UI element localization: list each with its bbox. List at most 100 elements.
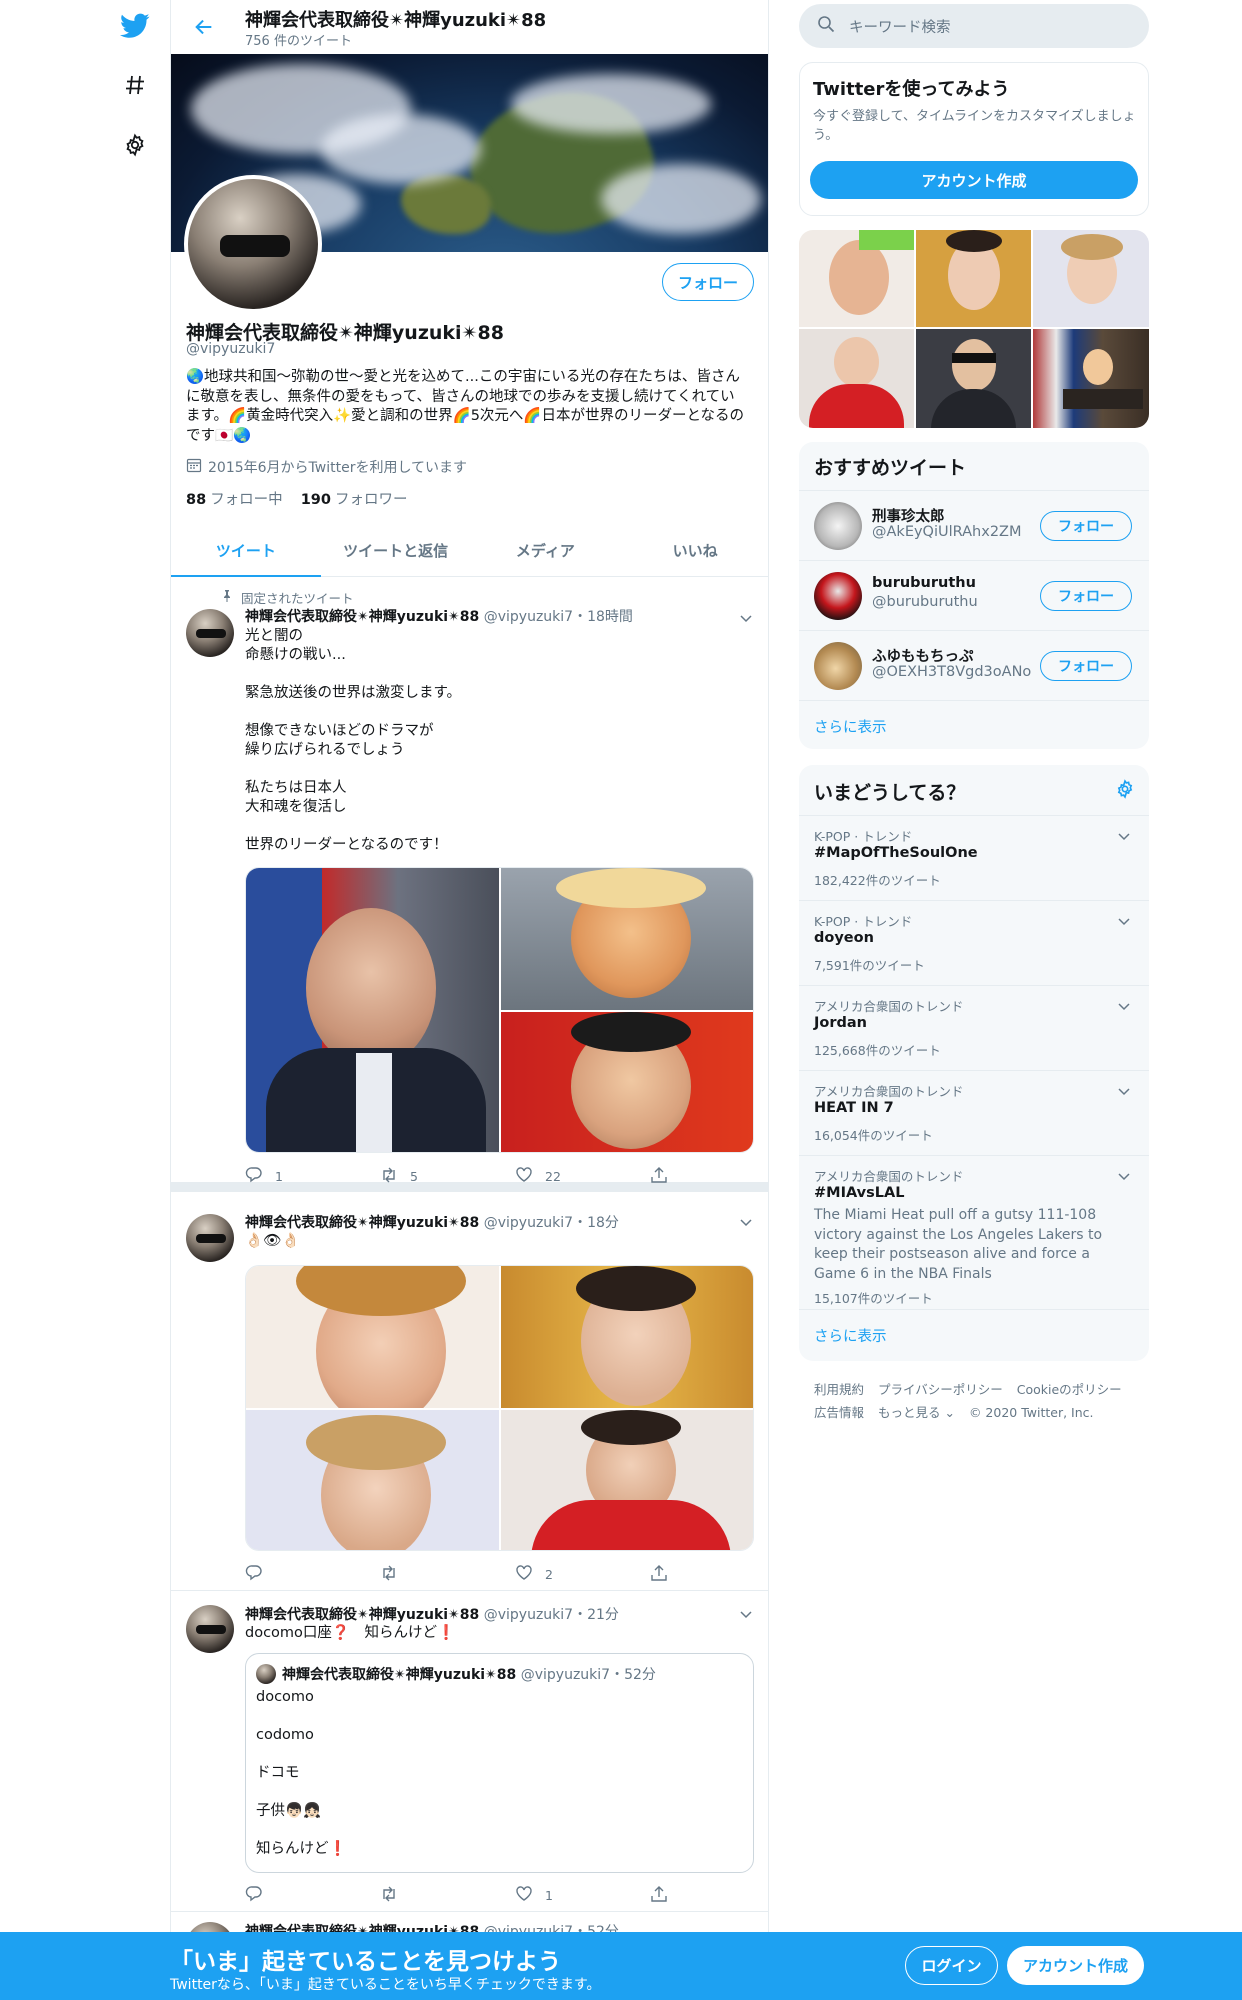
tab-media[interactable]: メディア bbox=[471, 524, 621, 576]
tweet-photo[interactable] bbox=[246, 1410, 499, 1550]
following-stat[interactable]: 88 フォロー中 bbox=[186, 488, 283, 509]
trend-count: 16,054件のツイート bbox=[814, 1128, 933, 1143]
signup-card: Twitterを使ってみよう 今すぐ登録して、タイムラインをカスタマイズしましょ… bbox=[799, 62, 1149, 216]
tweet-photo[interactable] bbox=[501, 1266, 753, 1408]
media-thumb[interactable] bbox=[1033, 230, 1149, 327]
chevron-down-icon[interactable] bbox=[1117, 1083, 1131, 1097]
header-profile-name: 神輝会代表取締役✴神輝yuzuki✴88 bbox=[245, 10, 547, 31]
login-button[interactable]: ログイン bbox=[905, 1946, 998, 1985]
chevron-down-icon[interactable] bbox=[1117, 828, 1131, 842]
recommended-user[interactable]: ふゆももちっぷ @OEXH3T8Vgd3oANo フォロー bbox=[799, 630, 1149, 700]
tweet-photo[interactable] bbox=[501, 1012, 753, 1152]
gear-icon[interactable] bbox=[1115, 779, 1135, 803]
user-name[interactable]: ふゆももちっぷ bbox=[872, 645, 974, 666]
tweet-media-grid[interactable] bbox=[245, 867, 754, 1153]
media-photo-grid bbox=[799, 230, 1149, 428]
retweet-button[interactable] bbox=[380, 1885, 398, 1906]
media-thumb[interactable] bbox=[916, 230, 1031, 327]
chevron-down-icon[interactable] bbox=[1117, 913, 1131, 927]
media-thumb[interactable] bbox=[1033, 329, 1149, 428]
avatar[interactable] bbox=[186, 1605, 234, 1653]
follow-button[interactable]: フォロー bbox=[1040, 581, 1132, 611]
reply-button[interactable]: 1 bbox=[245, 1166, 283, 1187]
tweet[interactable]: 神輝会代表取締役✴神輝yuzuki✴88 @vipyuzuki7・18分 👌🏻👁… bbox=[171, 1192, 768, 1591]
media-thumb[interactable] bbox=[916, 329, 1031, 428]
chevron-down-icon[interactable] bbox=[1117, 998, 1131, 1012]
follow-button[interactable]: フォロー bbox=[1040, 511, 1132, 541]
footer-link[interactable]: もっと見る ⌄ bbox=[878, 1405, 955, 1420]
tweet-author-name[interactable]: 神輝会代表取締役✴神輝yuzuki✴88 bbox=[245, 609, 479, 625]
user-handle: @OEXH3T8Vgd3oANo bbox=[872, 664, 1032, 680]
trend-item[interactable]: アメリカ合衆国のトレンド Jordan 125,668件のツイート bbox=[799, 985, 1149, 1070]
like-button[interactable]: 22 bbox=[515, 1166, 561, 1187]
media-thumb[interactable] bbox=[799, 329, 914, 428]
avatar[interactable] bbox=[814, 572, 862, 620]
reply-button[interactable] bbox=[245, 1885, 263, 1906]
media-thumb[interactable] bbox=[799, 230, 914, 327]
search-box[interactable]: キーワード検索 bbox=[799, 4, 1149, 48]
avatar[interactable] bbox=[814, 502, 862, 550]
create-account-button[interactable]: アカウント作成 bbox=[810, 161, 1138, 199]
follow-button[interactable]: フォロー bbox=[1040, 651, 1132, 681]
tab-tweets[interactable]: ツイート bbox=[171, 524, 321, 577]
signup-button[interactable]: アカウント作成 bbox=[1007, 1946, 1144, 1985]
pin-icon bbox=[221, 590, 233, 605]
trend-name: doyeon bbox=[814, 930, 874, 946]
avatar[interactable] bbox=[814, 642, 862, 690]
trend-item[interactable]: K-POP · トレンド #MapOfTheSoulOne 182,422件のツ… bbox=[799, 815, 1149, 900]
tweet-photo[interactable] bbox=[501, 868, 753, 1010]
chevron-down-icon[interactable] bbox=[739, 610, 753, 624]
avatar[interactable] bbox=[186, 1214, 234, 1262]
trend-item[interactable]: アメリカ合衆国のトレンド HEAT IN 7 16,054件のツイート bbox=[799, 1070, 1149, 1155]
share-button[interactable] bbox=[650, 1885, 668, 1906]
tab-tweets-and-replies[interactable]: ツイートと返信 bbox=[321, 524, 471, 576]
tweet[interactable]: 神輝会代表取締役✴神輝yuzuki✴88 @vipyuzuki7・21分 doc… bbox=[171, 1591, 768, 1912]
show-more-link[interactable]: さらに表示 bbox=[799, 700, 1149, 749]
chevron-down-icon[interactable] bbox=[739, 1606, 753, 1620]
user-name[interactable]: 刑事珍太郎 bbox=[872, 505, 945, 526]
like-button[interactable]: 2 bbox=[515, 1564, 553, 1585]
tab-likes[interactable]: いいね bbox=[620, 524, 768, 576]
profile-avatar[interactable] bbox=[184, 175, 322, 313]
gear-icon[interactable] bbox=[110, 120, 160, 170]
quoted-tweet[interactable]: 神輝会代表取締役✴神輝yuzuki✴88 @vipyuzuki7・52分 doc… bbox=[245, 1653, 754, 1873]
tweet-photo[interactable] bbox=[501, 1410, 753, 1550]
tweet-media-grid[interactable] bbox=[245, 1265, 754, 1551]
retweet-button[interactable] bbox=[380, 1564, 398, 1585]
trend-item[interactable]: K-POP · トレンド doyeon 7,591件のツイート bbox=[799, 900, 1149, 985]
footer-link[interactable]: 利用規約 bbox=[814, 1382, 864, 1397]
reply-button[interactable] bbox=[245, 1564, 263, 1585]
trend-item[interactable]: アメリカ合衆国のトレンド #MIAvsLAL The Miami Heat pu… bbox=[799, 1155, 1149, 1309]
like-button[interactable]: 1 bbox=[515, 1885, 553, 1906]
tweet-author-name[interactable]: 神輝会代表取締役✴神輝yuzuki✴88 bbox=[245, 1215, 479, 1231]
follow-button[interactable]: フォロー bbox=[662, 263, 754, 301]
followers-stat[interactable]: 190 フォロワー bbox=[301, 488, 408, 509]
avatar[interactable] bbox=[186, 609, 234, 657]
recommended-user[interactable]: buruburuthu @buruburuthu フォロー bbox=[799, 560, 1149, 630]
tweet-author-name[interactable]: 神輝会代表取締役✴神輝yuzuki✴88 bbox=[245, 1607, 479, 1623]
user-name[interactable]: buruburuthu bbox=[872, 575, 976, 591]
chevron-down-icon[interactable] bbox=[1117, 1168, 1131, 1182]
share-button[interactable] bbox=[650, 1166, 668, 1187]
show-more-link[interactable]: さらに表示 bbox=[799, 1309, 1149, 1361]
trend-name: HEAT IN 7 bbox=[814, 1100, 894, 1116]
tweet-photo[interactable] bbox=[246, 868, 499, 1152]
tweet-photo[interactable] bbox=[246, 1266, 499, 1408]
search-input[interactable]: キーワード検索 bbox=[849, 16, 951, 37]
avatar bbox=[256, 1664, 276, 1684]
trend-meta: アメリカ合衆国のトレンド bbox=[814, 1084, 964, 1099]
footer-link[interactable]: プライバシーポリシー bbox=[878, 1382, 1003, 1397]
retweet-button[interactable]: 5 bbox=[380, 1166, 418, 1187]
profile-stats: 88 フォロー中 190 フォロワー bbox=[186, 488, 407, 509]
chevron-down-icon[interactable] bbox=[739, 1214, 753, 1228]
tweet-pinned[interactable]: 固定されたツイート 神輝会代表取締役✴神輝yuzuki✴88 @vipyuzuk… bbox=[171, 577, 768, 1192]
share-button[interactable] bbox=[650, 1564, 668, 1585]
twitter-logo-icon[interactable] bbox=[110, 1, 160, 51]
recommended-user[interactable]: 刑事珍太郎 @AkEyQiUlRAhx2ZM フォロー bbox=[799, 490, 1149, 560]
share-icon bbox=[650, 1564, 668, 1585]
trend-count: 182,422件のツイート bbox=[814, 873, 941, 888]
back-arrow-icon[interactable] bbox=[189, 12, 219, 42]
footer-link[interactable]: 広告情報 bbox=[814, 1405, 864, 1420]
footer-link[interactable]: Cookieのポリシー bbox=[1017, 1382, 1122, 1397]
hashtag-icon[interactable] bbox=[110, 60, 160, 110]
